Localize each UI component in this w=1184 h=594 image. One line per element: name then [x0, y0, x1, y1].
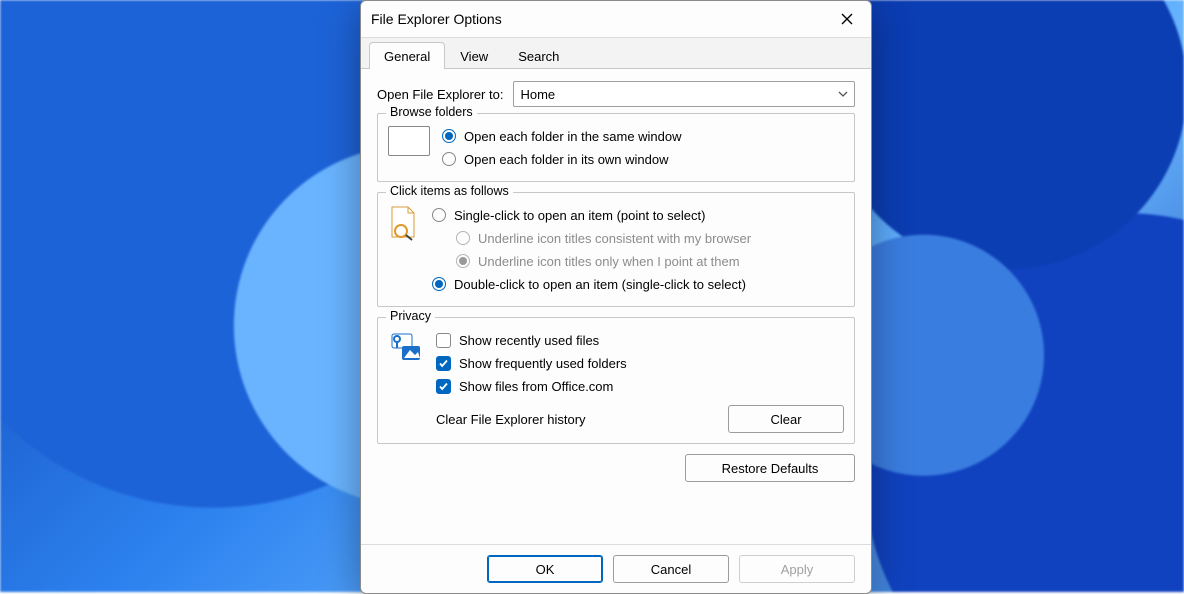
chevron-down-icon — [838, 91, 848, 97]
radio-icon — [456, 231, 470, 245]
radio-icon — [432, 208, 446, 222]
radio-label: Open each folder in the same window — [464, 129, 682, 144]
radio-same-window[interactable]: Open each folder in the same window — [442, 125, 844, 147]
open-to-combobox[interactable]: Home — [513, 81, 855, 107]
radio-underline-browser: Underline icon titles consistent with my… — [432, 227, 844, 249]
tab-search[interactable]: Search — [503, 42, 574, 69]
checkbox-icon — [436, 333, 451, 348]
radio-icon — [456, 254, 470, 268]
restore-defaults-button[interactable]: Restore Defaults — [685, 454, 855, 482]
radio-label: Underline icon titles only when I point … — [478, 254, 740, 269]
tab-general[interactable]: General — [369, 42, 445, 69]
check-frequent-folders[interactable]: Show frequently used folders — [436, 352, 844, 374]
check-recent-files[interactable]: Show recently used files — [436, 329, 844, 351]
group-browse-folders: Browse folders Open each folder in the s… — [377, 113, 855, 182]
window-title: File Explorer Options — [371, 11, 502, 27]
file-click-icon — [388, 205, 420, 241]
checkbox-icon — [436, 379, 451, 394]
radio-icon — [442, 129, 456, 143]
group-legend: Click items as follows — [386, 184, 513, 198]
check-office-files[interactable]: Show files from Office.com — [436, 375, 844, 397]
radio-icon — [442, 152, 456, 166]
radio-label: Double-click to open an item (single-cli… — [454, 277, 746, 292]
clear-history-label: Clear File Explorer history — [436, 412, 586, 427]
radio-label: Single-click to open an item (point to s… — [454, 208, 705, 223]
tab-view[interactable]: View — [445, 42, 503, 69]
close-icon — [841, 13, 853, 25]
check-label: Show frequently used folders — [459, 356, 627, 371]
privacy-icon — [388, 330, 424, 366]
file-explorer-options-dialog: File Explorer Options General View Searc… — [360, 0, 872, 594]
radio-double-click[interactable]: Double-click to open an item (single-cli… — [432, 273, 844, 295]
group-click-items: Click items as follows Single-click to o… — [377, 192, 855, 307]
tab-panel-general: Open File Explorer to: Home Browse folde… — [361, 69, 871, 544]
check-label: Show files from Office.com — [459, 379, 613, 394]
group-legend: Privacy — [386, 309, 435, 323]
close-button[interactable] — [833, 5, 861, 33]
radio-underline-point: Underline icon titles only when I point … — [432, 250, 844, 272]
group-legend: Browse folders — [386, 105, 477, 119]
radio-icon — [432, 277, 446, 291]
clear-button[interactable]: Clear — [728, 405, 844, 433]
apply-button: Apply — [739, 555, 855, 583]
radio-label: Open each folder in its own window — [464, 152, 669, 167]
radio-label: Underline icon titles consistent with my… — [478, 231, 751, 246]
checkbox-icon — [436, 356, 451, 371]
check-label: Show recently used files — [459, 333, 599, 348]
titlebar: File Explorer Options — [361, 1, 871, 38]
ok-button[interactable]: OK — [487, 555, 603, 583]
open-to-value: Home — [520, 87, 555, 102]
open-to-label: Open File Explorer to: — [377, 87, 503, 102]
window-icon — [388, 126, 430, 156]
dialog-footer: OK Cancel Apply — [361, 544, 871, 593]
radio-own-window[interactable]: Open each folder in its own window — [442, 148, 844, 170]
tabstrip: General View Search — [361, 38, 871, 69]
radio-single-click[interactable]: Single-click to open an item (point to s… — [432, 204, 844, 226]
cancel-button[interactable]: Cancel — [613, 555, 729, 583]
group-privacy: Privacy Show recently used files Show fr… — [377, 317, 855, 444]
